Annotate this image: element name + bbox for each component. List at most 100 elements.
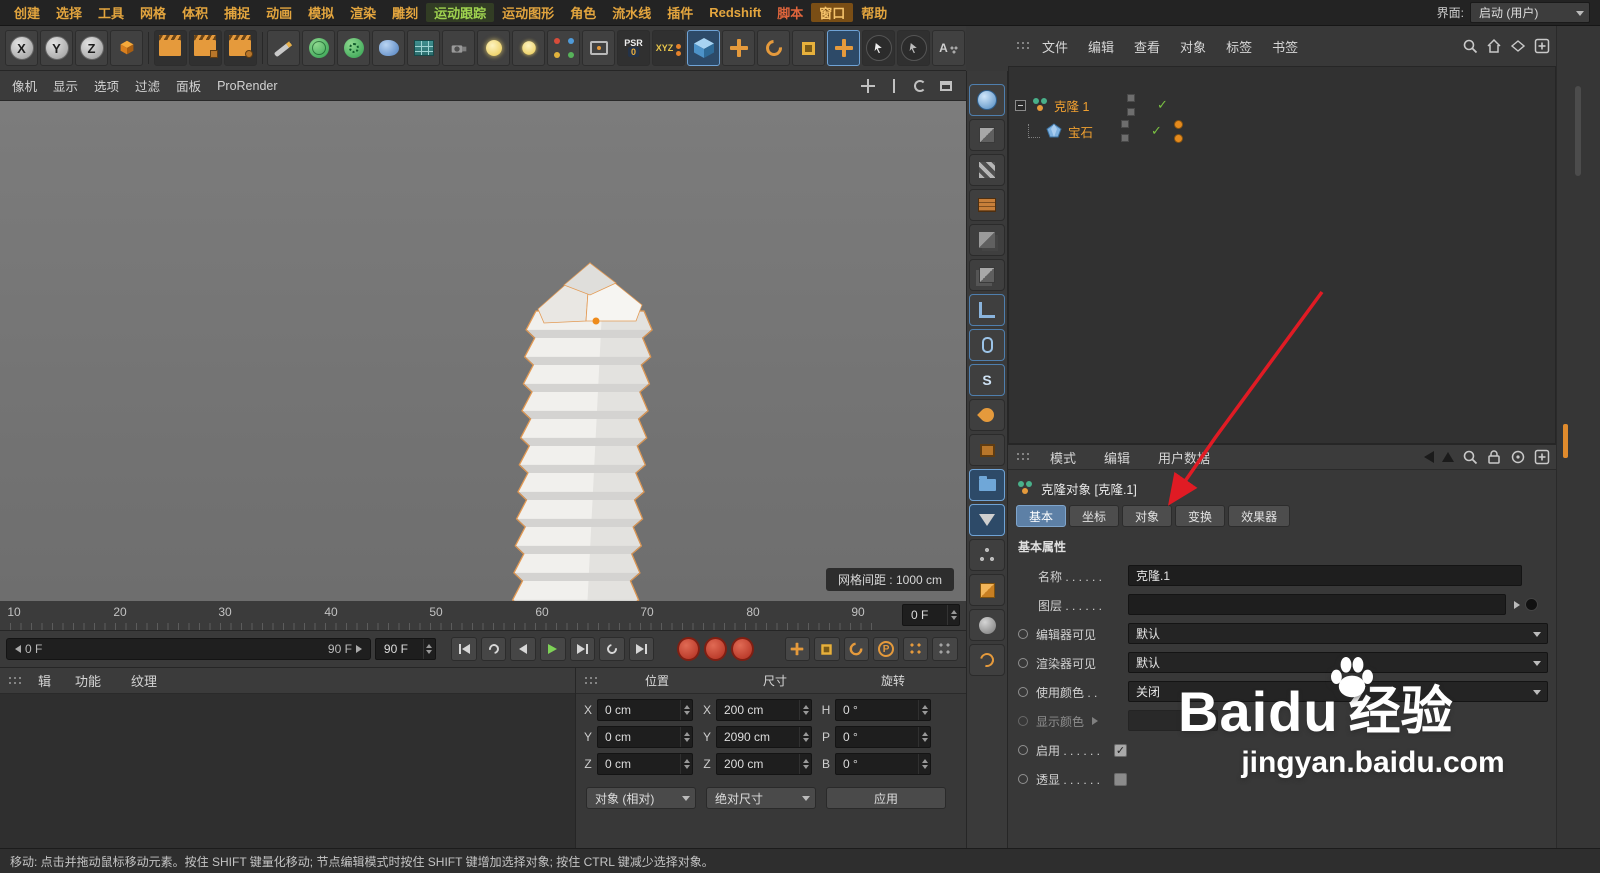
zoom-view-icon[interactable] <box>884 76 904 96</box>
goto-end-button[interactable] <box>628 637 655 661</box>
object-tree[interactable]: 克隆 1 宝石 <box>1008 66 1556 444</box>
tab-object[interactable]: 对象 <box>1122 505 1173 527</box>
object-row-gem[interactable]: 宝石 <box>1023 119 1182 143</box>
size-mode-dropdown[interactable]: 绝对尺寸 <box>706 787 816 809</box>
axis-mode-icon[interactable] <box>969 294 1005 326</box>
add-box-icon[interactable] <box>1534 449 1550 465</box>
subdivision-surface-button[interactable] <box>302 30 335 66</box>
scale-tool-button[interactable] <box>792 30 825 66</box>
stepper-arrows-icon[interactable] <box>422 639 435 659</box>
material-list-area[interactable] <box>0 694 575 848</box>
paint-tool-icon[interactable] <box>969 399 1005 431</box>
key-scale-button[interactable] <box>814 637 840 661</box>
timeline-options-button[interactable] <box>932 637 958 661</box>
key-parameter-button[interactable]: P <box>873 637 899 661</box>
om-menu-tags[interactable]: 标签 <box>1218 37 1260 56</box>
viewport-canvas[interactable]: 网格间距 : 1000 cm <box>0 101 966 601</box>
menu-function[interactable]: 功能 <box>67 671 109 690</box>
menu-simulate[interactable]: 模拟 <box>300 3 342 22</box>
history-up-icon[interactable] <box>1442 452 1454 462</box>
editor-visibility-dropdown[interactable]: 默认 <box>1128 623 1548 644</box>
viewport-menu-camera[interactable]: 像机 <box>4 76 45 95</box>
menu-motion-tracker[interactable]: 运动跟踪 <box>426 3 495 22</box>
viewport-menu-display[interactable]: 显示 <box>45 76 86 95</box>
cycle-button[interactable] <box>599 637 625 661</box>
om-menu-object[interactable]: 对象 <box>1172 37 1214 56</box>
position-x-field[interactable]: 0 cm <box>597 699 693 721</box>
light-button[interactable] <box>477 30 510 66</box>
end-frame-field[interactable]: 90 F <box>374 638 436 660</box>
tab-effectors[interactable]: 效果器 <box>1228 505 1291 527</box>
menu-pipeline[interactable]: 流水线 <box>604 3 659 22</box>
current-frame-field[interactable]: 0 F <box>902 604 960 626</box>
menu-character[interactable]: 角色 <box>562 3 604 22</box>
pan-view-icon[interactable] <box>858 76 878 96</box>
om-menu-edit[interactable]: 编辑 <box>1080 37 1122 56</box>
panel-grip-icon[interactable] <box>584 675 598 686</box>
lock-icon[interactable] <box>1486 449 1502 465</box>
array-button[interactable] <box>407 30 440 66</box>
radio-icon[interactable] <box>1018 687 1028 697</box>
sync-icon[interactable] <box>969 644 1005 676</box>
position-y-field[interactable]: 0 cm <box>597 726 693 748</box>
maximize-view-icon[interactable] <box>936 76 956 96</box>
timeline-ruler[interactable]: 10 20 30 40 50 60 70 80 90 0 F <box>0 601 966 631</box>
rotate-tool-button[interactable] <box>757 30 790 66</box>
menu-redshift[interactable]: Redshift <box>701 5 769 20</box>
key-point-level-button[interactable] <box>902 637 929 661</box>
metaball-button[interactable] <box>372 30 405 66</box>
size-z-field[interactable]: 200 cm <box>716 753 812 775</box>
om-menu-view[interactable]: 查看 <box>1126 37 1168 56</box>
checker-display-icon[interactable] <box>969 154 1005 186</box>
stepper-arrows-icon[interactable] <box>947 605 959 625</box>
attributes-dock-tab[interactable] <box>1563 424 1568 458</box>
expand-icon[interactable] <box>1092 717 1099 725</box>
add-object-button[interactable] <box>722 30 755 66</box>
size-y-field[interactable]: 2090 cm <box>716 726 812 748</box>
panel-grip-icon[interactable] <box>1016 41 1030 51</box>
psr-button[interactable]: PSR 0 <box>617 30 650 66</box>
coord-mode-dropdown[interactable]: 对象 (相对) <box>586 787 696 809</box>
add-box-icon[interactable] <box>1534 38 1550 54</box>
attr-menu-edit[interactable]: 编辑 <box>1096 448 1138 467</box>
menu-script[interactable]: 脚本 <box>769 3 811 22</box>
coordinate-system-button[interactable] <box>110 30 143 66</box>
menu-tools[interactable]: 工具 <box>90 3 132 22</box>
enabled-check-icon[interactable] <box>1151 123 1162 139</box>
content-browser-folder-icon[interactable] <box>969 469 1005 501</box>
use-color-dropdown[interactable]: 关闭 <box>1128 681 1548 702</box>
camera-button[interactable] <box>442 30 475 66</box>
menu-animate[interactable]: 动画 <box>258 3 300 22</box>
radio-icon[interactable] <box>1018 745 1028 755</box>
object-row-cloner[interactable]: 克隆 1 <box>1015 93 1135 117</box>
cloner-tower-object[interactable] <box>468 249 708 601</box>
menu-select[interactable]: 选择 <box>48 3 90 22</box>
expander-icon[interactable] <box>1015 99 1026 111</box>
tab-transform[interactable]: 变换 <box>1175 505 1226 527</box>
menu-mograph[interactable]: 运动图形 <box>494 3 562 22</box>
menu-create[interactable]: 创建 <box>6 3 48 22</box>
menu-texture[interactable]: 纹理 <box>123 671 165 690</box>
selection-mode-button[interactable] <box>897 30 930 66</box>
radio-icon[interactable] <box>1018 658 1028 668</box>
texture-s-icon[interactable]: S <box>969 364 1005 396</box>
menu-plugins[interactable]: 插件 <box>659 3 701 22</box>
search-icon[interactable] <box>1462 449 1478 465</box>
search-icon[interactable] <box>1462 38 1478 54</box>
add-cube-object-button[interactable] <box>687 30 720 66</box>
radio-icon[interactable] <box>1018 629 1028 639</box>
radio-icon[interactable] <box>1018 716 1028 726</box>
menu-render[interactable]: 渲染 <box>342 3 384 22</box>
record-position-button[interactable] <box>677 637 701 661</box>
history-back-icon[interactable] <box>1424 451 1434 463</box>
position-z-field[interactable]: 0 cm <box>597 753 693 775</box>
apply-button[interactable]: 应用 <box>826 787 946 809</box>
target-circle-icon[interactable] <box>1510 449 1526 465</box>
cubes-icon[interactable] <box>969 224 1005 256</box>
tab-basic[interactable]: 基本 <box>1016 505 1067 527</box>
axis-x-button[interactable]: X <box>5 30 38 66</box>
layer-browse-icon[interactable] <box>1514 600 1520 609</box>
viewport-menu-panel[interactable]: 面板 <box>168 76 209 95</box>
key-rotation-button[interactable] <box>843 637 870 661</box>
layer-color-icon[interactable] <box>1525 598 1538 611</box>
